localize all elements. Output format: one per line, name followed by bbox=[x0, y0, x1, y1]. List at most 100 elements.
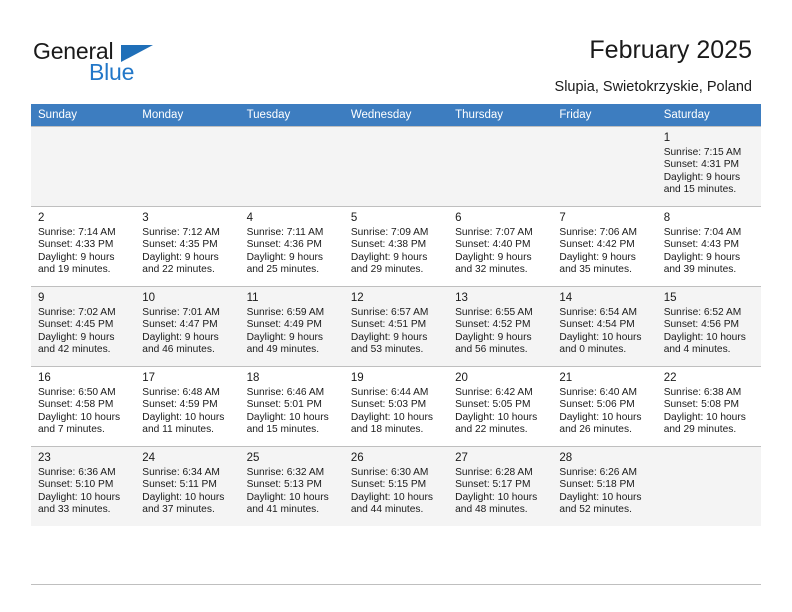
calendar-day-cell[interactable]: 19 Sunrise: 6:44 AM Sunset: 5:03 PM Dayli… bbox=[343, 366, 449, 446]
day-cell-inner: 16 Sunrise: 6:50 AM Sunset: 4:58 PM Dayli… bbox=[31, 366, 136, 446]
calendar-day-cell[interactable]: 28 Sunrise: 6:26 AM Sunset: 5:18 PM Dayli… bbox=[552, 446, 657, 526]
day-cell-inner bbox=[135, 126, 240, 206]
calendar-day-cell[interactable]: 2 Sunrise: 7:14 AM Sunset: 4:33 PM Daylig… bbox=[31, 206, 136, 286]
day-number: 12 bbox=[350, 292, 364, 304]
day-sun-details: Sunrise: 6:48 AM Sunset: 4:59 PM Dayligh… bbox=[142, 387, 225, 436]
day-cell-inner: 7 Sunrise: 7:06 AM Sunset: 4:42 PM Daylig… bbox=[552, 206, 657, 286]
day-number: 19 bbox=[350, 372, 364, 384]
day-sun-details: Sunrise: 6:34 AM Sunset: 5:11 PM Dayligh… bbox=[142, 467, 225, 516]
day-sun-details: Sunrise: 6:59 AM Sunset: 4:49 PM Dayligh… bbox=[246, 307, 325, 356]
day-number: 26 bbox=[350, 452, 364, 464]
day-cell-inner: 9 Sunrise: 7:02 AM Sunset: 4:45 PM Daylig… bbox=[31, 286, 136, 366]
day-cell-inner: 8 Sunrise: 7:04 AM Sunset: 4:43 PM Daylig… bbox=[656, 206, 761, 286]
calendar-day-cell[interactable]: 20 Sunrise: 6:42 AM Sunset: 5:05 PM Dayli… bbox=[448, 366, 553, 446]
day-number: 5 bbox=[350, 212, 358, 224]
page-header: General Blue February 2025 Slupia, Swiet… bbox=[0, 0, 792, 104]
day-cell-inner: 25 Sunrise: 6:32 AM Sunset: 5:13 PM Dayli… bbox=[239, 446, 344, 526]
day-sun-details: Sunrise: 6:30 AM Sunset: 5:15 PM Dayligh… bbox=[350, 467, 433, 516]
calendar-day-cell[interactable]: 24 Sunrise: 6:34 AM Sunset: 5:11 PM Dayli… bbox=[135, 446, 240, 526]
day-number: 10 bbox=[142, 292, 156, 304]
calendar-week-row: 23 Sunrise: 6:36 AM Sunset: 5:10 PM Dayli… bbox=[31, 446, 761, 526]
day-cell-inner: 12 Sunrise: 6:57 AM Sunset: 4:51 PM Dayli… bbox=[343, 286, 449, 366]
day-sun-details: Sunrise: 6:46 AM Sunset: 5:01 PM Dayligh… bbox=[246, 387, 329, 436]
day-sun-details: Sunrise: 6:50 AM Sunset: 4:58 PM Dayligh… bbox=[38, 387, 121, 436]
day-cell-inner: 19 Sunrise: 6:44 AM Sunset: 5:03 PM Dayli… bbox=[343, 366, 449, 446]
day-cell-inner bbox=[239, 126, 344, 206]
calendar-day-cell[interactable]: 18 Sunrise: 6:46 AM Sunset: 5:01 PM Dayli… bbox=[239, 366, 344, 446]
day-sun-details: Sunrise: 6:26 AM Sunset: 5:18 PM Dayligh… bbox=[559, 467, 642, 516]
day-cell-inner: 23 Sunrise: 6:36 AM Sunset: 5:10 PM Dayli… bbox=[31, 446, 136, 526]
calendar-day-cell[interactable]: 22 Sunrise: 6:38 AM Sunset: 5:08 PM Dayli… bbox=[656, 366, 761, 446]
day-sun-details: Sunrise: 6:40 AM Sunset: 5:06 PM Dayligh… bbox=[559, 387, 642, 436]
day-cell-inner: 1 Sunrise: 7:15 AM Sunset: 4:31 PM Daylig… bbox=[656, 126, 761, 206]
calendar-day-cell[interactable]: 12 Sunrise: 6:57 AM Sunset: 4:51 PM Dayli… bbox=[343, 286, 449, 366]
day-number: 6 bbox=[455, 212, 462, 224]
day-number: 17 bbox=[142, 372, 156, 384]
calendar-day-cell[interactable]: 10 Sunrise: 7:01 AM Sunset: 4:47 PM Dayli… bbox=[135, 286, 240, 366]
day-cell-inner: 20 Sunrise: 6:42 AM Sunset: 5:05 PM Dayli… bbox=[448, 366, 553, 446]
calendar-day-cell[interactable]: 26 Sunrise: 6:30 AM Sunset: 5:15 PM Dayli… bbox=[343, 446, 449, 526]
day-cell-inner: 26 Sunrise: 6:30 AM Sunset: 5:15 PM Dayli… bbox=[343, 446, 449, 526]
day-cell-inner: 3 Sunrise: 7:12 AM Sunset: 4:35 PM Daylig… bbox=[135, 206, 240, 286]
day-number: 11 bbox=[246, 292, 259, 304]
day-cell-inner: 22 Sunrise: 6:38 AM Sunset: 5:08 PM Dayli… bbox=[656, 366, 761, 446]
calendar-week-row: 16 Sunrise: 6:50 AM Sunset: 4:58 PM Dayli… bbox=[31, 366, 761, 446]
day-number: 20 bbox=[455, 372, 468, 384]
day-sun-details: Sunrise: 6:44 AM Sunset: 5:03 PM Dayligh… bbox=[350, 387, 433, 436]
day-sun-details: Sunrise: 6:52 AM Sunset: 4:56 PM Dayligh… bbox=[663, 307, 746, 356]
calendar-day-cell[interactable]: 6 Sunrise: 7:07 AM Sunset: 4:40 PM Daylig… bbox=[448, 206, 553, 286]
calendar-day-cell[interactable]: 25 Sunrise: 6:32 AM Sunset: 5:13 PM Dayli… bbox=[239, 446, 344, 526]
calendar-day-cell[interactable]: 13 Sunrise: 6:55 AM Sunset: 4:52 PM Dayli… bbox=[448, 286, 553, 366]
weekday-header-tuesday: Tuesday bbox=[239, 104, 344, 126]
calendar-day-cell[interactable]: 27 Sunrise: 6:28 AM Sunset: 5:17 PM Dayli… bbox=[448, 446, 553, 526]
day-cell-inner: 24 Sunrise: 6:34 AM Sunset: 5:11 PM Dayli… bbox=[135, 446, 240, 526]
day-sun-details: Sunrise: 6:42 AM Sunset: 5:05 PM Dayligh… bbox=[455, 387, 538, 436]
day-sun-details: Sunrise: 7:11 AM Sunset: 4:36 PM Dayligh… bbox=[246, 227, 324, 276]
day-number: 9 bbox=[38, 292, 45, 304]
day-cell-inner bbox=[552, 126, 657, 206]
calendar-day-cell[interactable]: 23 Sunrise: 6:36 AM Sunset: 5:10 PM Dayli… bbox=[31, 446, 136, 526]
calendar-week-row: 2 Sunrise: 7:14 AM Sunset: 4:33 PM Daylig… bbox=[31, 206, 761, 286]
calendar-empty-cell bbox=[448, 126, 553, 206]
calendar-day-cell[interactable]: 16 Sunrise: 6:50 AM Sunset: 4:58 PM Dayli… bbox=[31, 366, 136, 446]
day-cell-inner: 28 Sunrise: 6:26 AM Sunset: 5:18 PM Dayli… bbox=[552, 446, 657, 526]
day-number: 23 bbox=[38, 452, 51, 464]
calendar-day-cell[interactable]: 17 Sunrise: 6:48 AM Sunset: 4:59 PM Dayli… bbox=[135, 366, 240, 446]
calendar-day-cell[interactable]: 7 Sunrise: 7:06 AM Sunset: 4:42 PM Daylig… bbox=[552, 206, 657, 286]
day-number: 18 bbox=[246, 372, 260, 384]
day-cell-inner: 18 Sunrise: 6:46 AM Sunset: 5:01 PM Dayli… bbox=[239, 366, 344, 446]
calendar-week-row: 9 Sunrise: 7:02 AM Sunset: 4:45 PM Daylig… bbox=[31, 286, 761, 366]
day-cell-inner: 17 Sunrise: 6:48 AM Sunset: 4:59 PM Dayli… bbox=[135, 366, 240, 446]
weekday-header-sunday: Sunday bbox=[31, 104, 136, 126]
day-sun-details: Sunrise: 6:55 AM Sunset: 4:52 PM Dayligh… bbox=[455, 307, 533, 356]
day-cell-inner: 5 Sunrise: 7:09 AM Sunset: 4:38 PM Daylig… bbox=[343, 206, 449, 286]
logo-text-blue: Blue bbox=[89, 59, 135, 85]
calendar-day-cell[interactable]: 4 Sunrise: 7:11 AM Sunset: 4:36 PM Daylig… bbox=[239, 206, 344, 286]
calendar-day-cell[interactable]: 11 Sunrise: 6:59 AM Sunset: 4:49 PM Dayli… bbox=[239, 286, 344, 366]
day-cell-inner: 21 Sunrise: 6:40 AM Sunset: 5:06 PM Dayli… bbox=[552, 366, 657, 446]
weekday-header-friday: Friday bbox=[552, 104, 657, 126]
day-number: 2 bbox=[38, 212, 45, 224]
day-number: 22 bbox=[663, 372, 677, 384]
day-number: 27 bbox=[455, 452, 468, 464]
bottom-divider bbox=[31, 584, 761, 585]
day-cell-inner bbox=[343, 126, 449, 206]
day-number: 1 bbox=[663, 132, 671, 144]
calendar-empty-cell bbox=[239, 126, 344, 206]
calendar-day-cell[interactable]: 3 Sunrise: 7:12 AM Sunset: 4:35 PM Daylig… bbox=[135, 206, 240, 286]
sunrise-sunset-calendar: Sunday Monday Tuesday Wednesday Thursday… bbox=[31, 104, 761, 526]
day-number: 15 bbox=[663, 292, 677, 304]
day-cell-inner: 4 Sunrise: 7:11 AM Sunset: 4:36 PM Daylig… bbox=[239, 206, 344, 286]
calendar-day-cell[interactable]: 14 Sunrise: 6:54 AM Sunset: 4:54 PM Dayli… bbox=[552, 286, 657, 366]
day-sun-details: Sunrise: 7:06 AM Sunset: 4:42 PM Dayligh… bbox=[559, 227, 637, 276]
general-blue-logo[interactable]: General Blue bbox=[33, 38, 183, 86]
day-number: 28 bbox=[559, 452, 573, 464]
calendar-day-cell[interactable]: 8 Sunrise: 7:04 AM Sunset: 4:43 PM Daylig… bbox=[656, 206, 761, 286]
day-cell-inner bbox=[31, 126, 136, 206]
calendar-day-cell[interactable]: 1 Sunrise: 7:15 AM Sunset: 4:31 PM Daylig… bbox=[656, 126, 761, 206]
weekday-header-wednesday: Wednesday bbox=[343, 104, 449, 126]
calendar-day-cell[interactable]: 21 Sunrise: 6:40 AM Sunset: 5:06 PM Dayli… bbox=[552, 366, 657, 446]
calendar-day-cell[interactable]: 9 Sunrise: 7:02 AM Sunset: 4:45 PM Daylig… bbox=[31, 286, 136, 366]
calendar-day-cell[interactable]: 15 Sunrise: 6:52 AM Sunset: 4:56 PM Dayli… bbox=[656, 286, 761, 366]
calendar-day-cell[interactable]: 5 Sunrise: 7:09 AM Sunset: 4:38 PM Daylig… bbox=[343, 206, 449, 286]
